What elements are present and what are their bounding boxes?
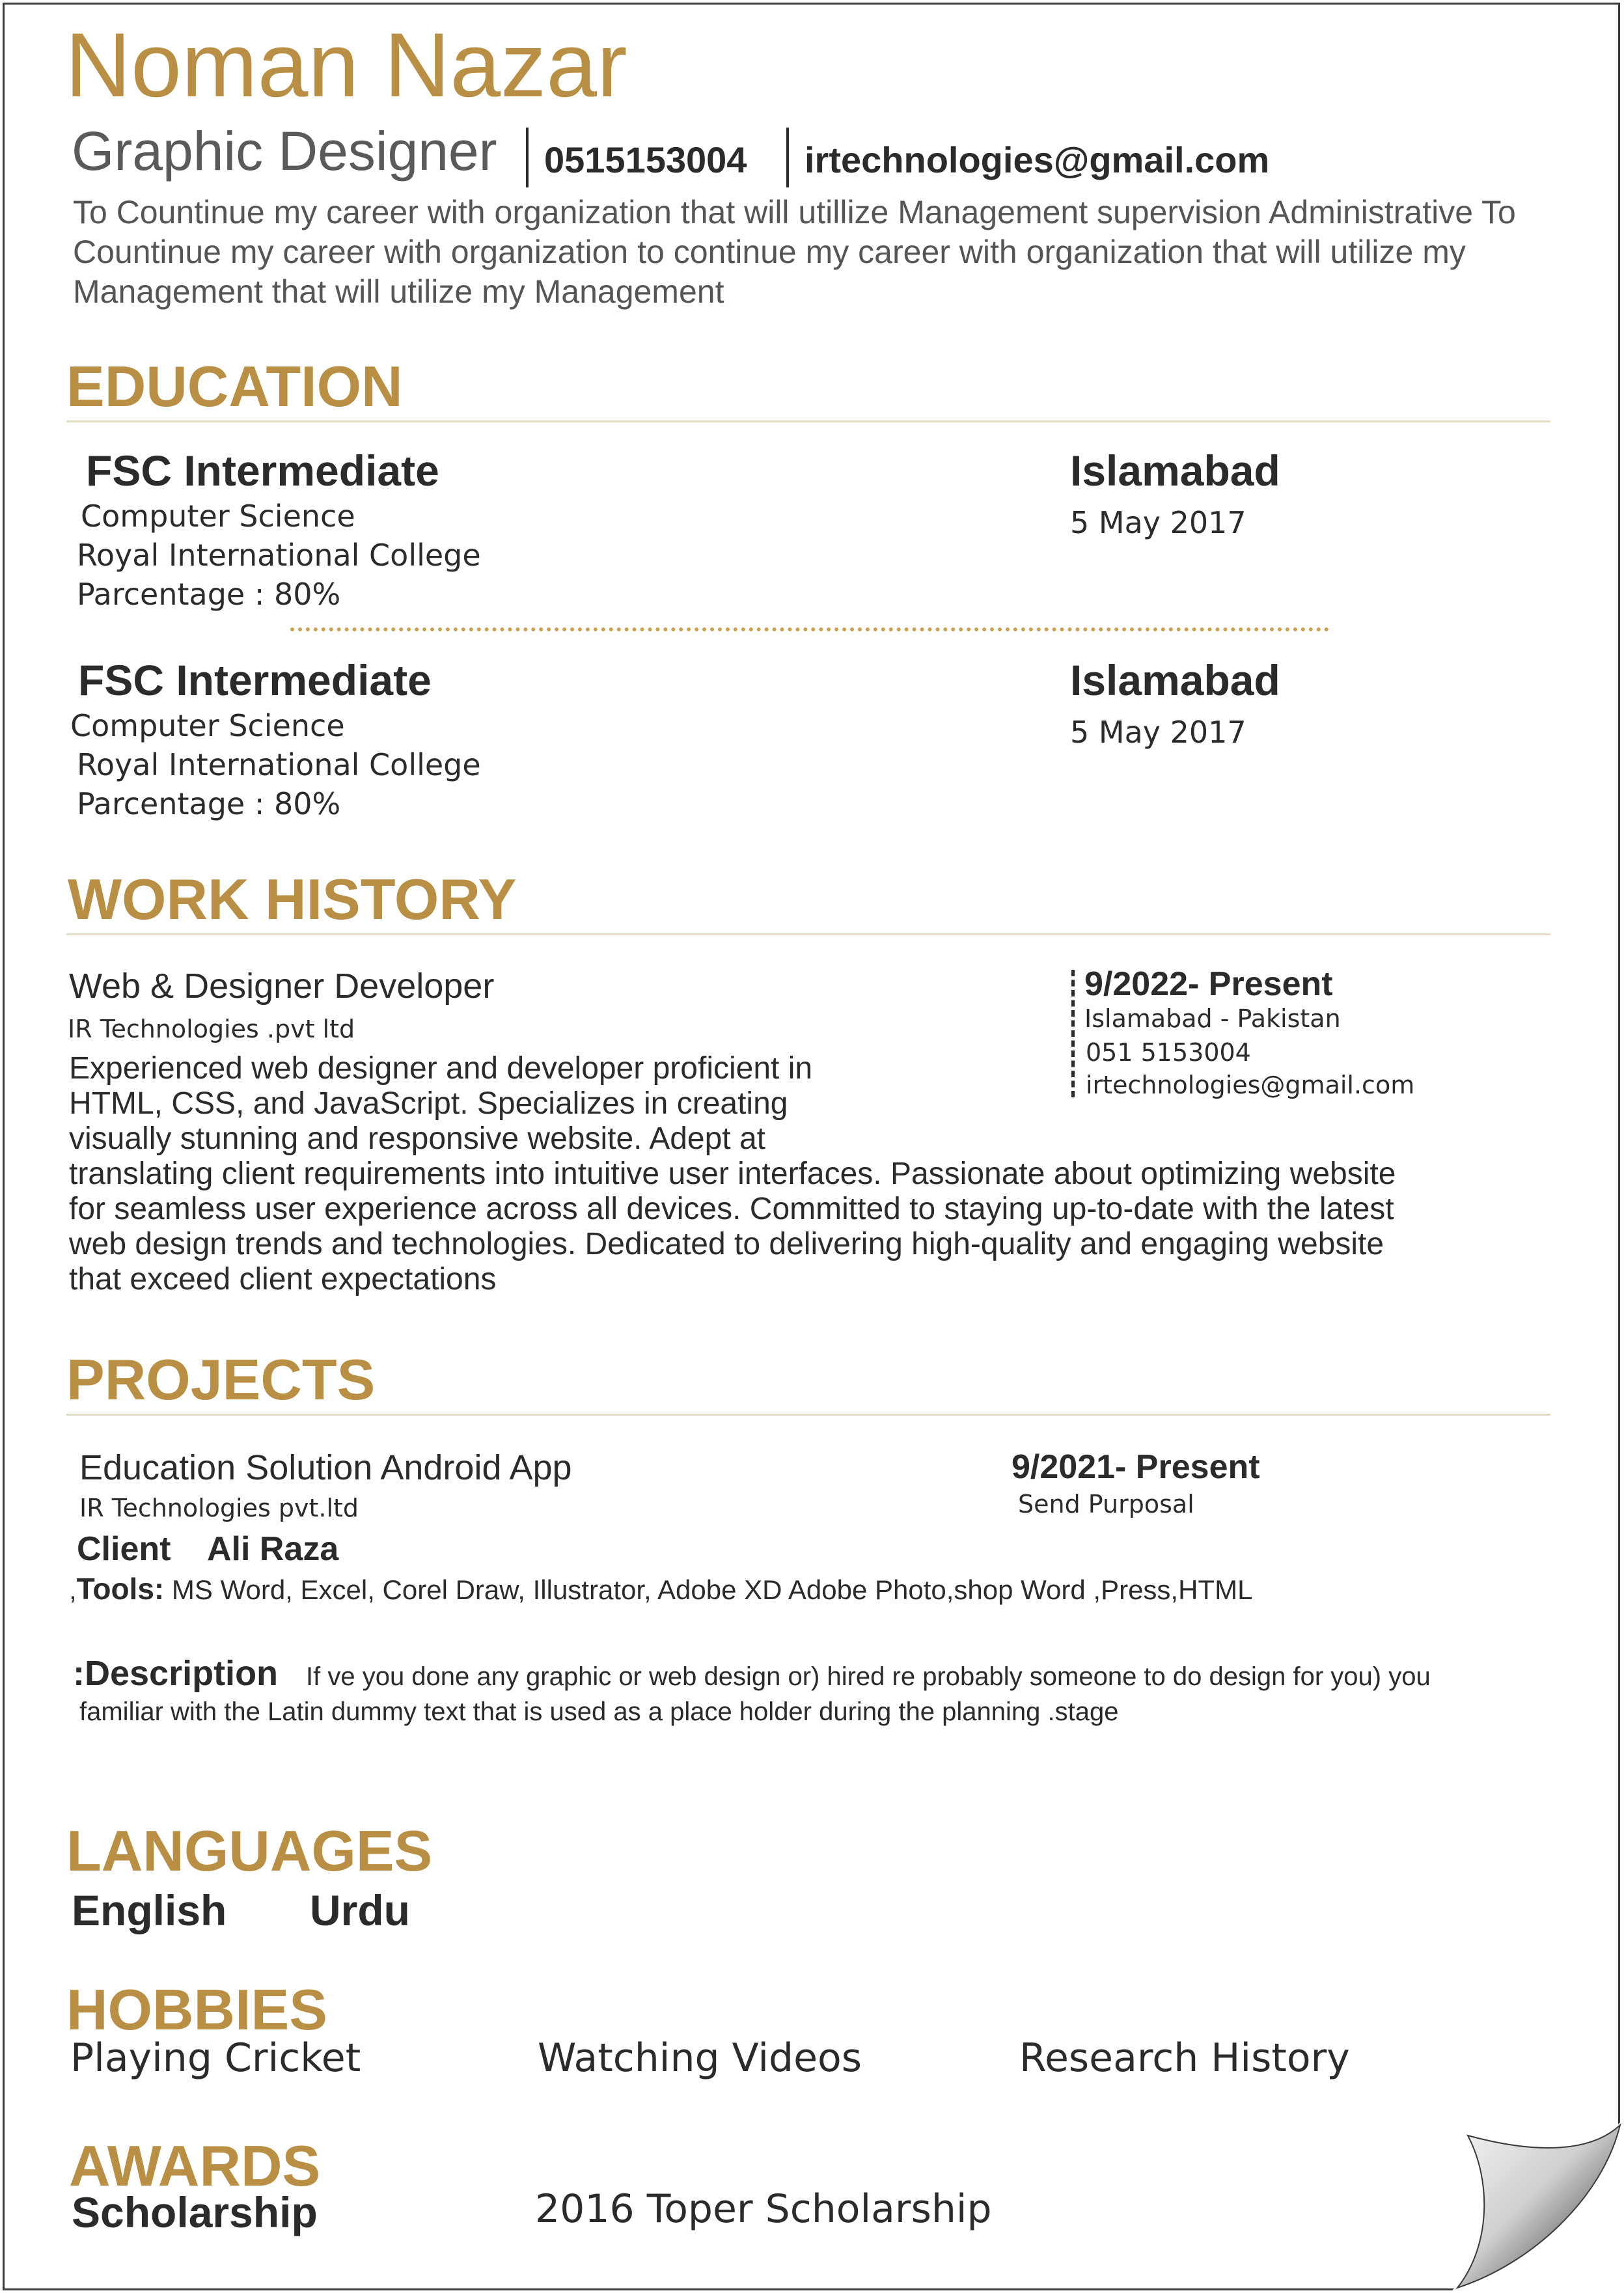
education-heading: EDUCATION <box>66 354 403 419</box>
project-tools-row: ,Tools: MS Word, Excel, Corel Draw, Illu… <box>69 1574 1252 1604</box>
project-name: Education Solution Android App <box>79 1448 572 1487</box>
work-description-line: HTML, CSS, and JavaScript. Specializes i… <box>69 1086 788 1121</box>
hobby-item: Research History <box>1019 2035 1350 2081</box>
education-school: Royal International College <box>77 747 481 782</box>
project-status: Send Purposal <box>1018 1490 1194 1518</box>
project-description-line: If ve you done any graphic or web design… <box>306 1662 1431 1691</box>
project-tools-label: Tools: <box>76 1572 165 1606</box>
project-date: 9/2021- Present <box>1012 1448 1260 1486</box>
education-grade: Parcentage : 80% <box>77 577 341 612</box>
project-tools-extra: Adobe Photo,shop Word ,Press,HTML <box>788 1574 1253 1605</box>
header-phone: 0515153004 <box>544 139 747 180</box>
hobby-item: Playing Cricket <box>70 2035 361 2081</box>
award-label: Scholarship <box>72 2188 318 2236</box>
education-degree: FSC Intermediate <box>78 656 432 704</box>
project-company: IR Technologies pvt.ltd <box>79 1494 359 1522</box>
project-tools-value: MS Word, Excel, Corel Draw, Illustrator,… <box>171 1574 782 1605</box>
work-history-rule <box>66 933 1550 935</box>
award-item: 2016 Toper Scholarship <box>535 2186 992 2232</box>
education-city: Islamabad <box>1070 656 1280 704</box>
work-description-line: visually stunning and responsive website… <box>69 1121 765 1156</box>
education-date: 5 May 2017 <box>1070 715 1246 750</box>
education-rule <box>66 420 1550 422</box>
work-description-line: Experienced web designer and developer p… <box>69 1051 813 1086</box>
career-summary: To Countinue my career with organization… <box>73 194 1516 310</box>
project-description-line: familiar with the Latin dummy text that … <box>79 1697 1119 1726</box>
work-description-line: web design trends and technologies. Dedi… <box>69 1227 1384 1261</box>
projects-rule <box>66 1414 1550 1416</box>
education-city: Islamabad <box>1070 446 1280 495</box>
language-item: Urdu <box>310 1886 410 1934</box>
education-school: Royal International College <box>77 538 481 573</box>
work-company: IR Technologies .pvt ltd <box>68 1015 355 1043</box>
header-divider <box>526 128 529 187</box>
work-description-line: translating client requirements into int… <box>69 1157 1396 1191</box>
work-description-line: for seamless user experience across all … <box>69 1192 1394 1226</box>
education-date: 5 May 2017 <box>1070 505 1246 540</box>
education-degree: FSC Intermediate <box>86 446 439 495</box>
work-role: Web & Designer Developer <box>69 967 495 1006</box>
header-divider <box>786 128 789 187</box>
projects-heading: PROJECTS <box>66 1347 376 1412</box>
candidate-name: Noman Nazar <box>65 14 627 116</box>
project-client-label: Client <box>77 1530 171 1568</box>
page-curl-icon <box>1452 2121 1621 2290</box>
language-item: English <box>72 1886 227 1934</box>
work-location: Islamabad - Pakistan <box>1084 1004 1341 1033</box>
awards-heading: AWARDS <box>69 2134 321 2198</box>
header-email: irtechnologies@gmail.com <box>805 139 1270 180</box>
work-history-heading: WORK HISTORY <box>68 867 517 931</box>
education-separator <box>290 627 1329 631</box>
languages-heading: LANGUAGES <box>66 1819 433 1883</box>
work-description: Experienced web designer and developer p… <box>69 1051 1501 1297</box>
education-field: Computer Science <box>70 708 345 743</box>
education-grade: Parcentage : 80% <box>77 786 341 821</box>
hobbies-heading: HOBBIES <box>66 1977 327 2042</box>
job-title: Graphic Designer <box>72 120 497 182</box>
project-client-name: Ali Raza <box>207 1530 339 1568</box>
project-description-label: :Description <box>73 1654 279 1693</box>
work-date: 9/2022- Present <box>1084 965 1333 1003</box>
education-field: Computer Science <box>81 499 355 534</box>
project-tools-prefix: , <box>69 1574 77 1605</box>
hobby-item: Watching Videos <box>538 2035 862 2081</box>
work-description-line: that exceed client expectations <box>69 1262 497 1297</box>
